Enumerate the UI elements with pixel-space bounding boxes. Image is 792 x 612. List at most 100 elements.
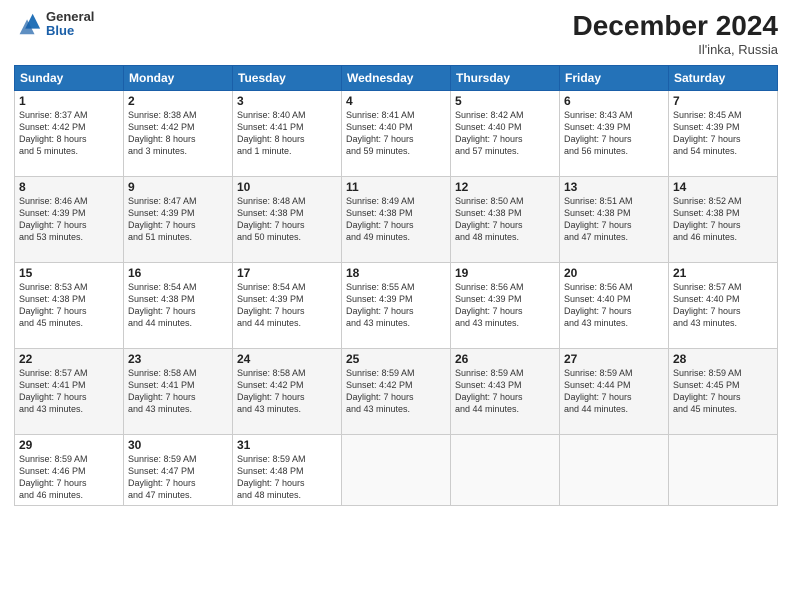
day-number: 6 (564, 94, 664, 108)
calendar-empty-cell (669, 435, 778, 506)
calendar-day-cell: 26Sunrise: 8:59 AM Sunset: 4:43 PM Dayli… (451, 349, 560, 435)
calendar-day-cell: 31Sunrise: 8:59 AM Sunset: 4:48 PM Dayli… (233, 435, 342, 506)
day-info: Sunrise: 8:49 AM Sunset: 4:38 PM Dayligh… (346, 195, 446, 244)
calendar-day-cell: 4Sunrise: 8:41 AM Sunset: 4:40 PM Daylig… (342, 91, 451, 177)
calendar-day-cell: 18Sunrise: 8:55 AM Sunset: 4:39 PM Dayli… (342, 263, 451, 349)
calendar-day-cell: 14Sunrise: 8:52 AM Sunset: 4:38 PM Dayli… (669, 177, 778, 263)
day-info: Sunrise: 8:54 AM Sunset: 4:39 PM Dayligh… (237, 281, 337, 330)
day-header-tuesday: Tuesday (233, 66, 342, 91)
day-number: 25 (346, 352, 446, 366)
logo-icon (14, 10, 42, 38)
calendar-day-cell: 8Sunrise: 8:46 AM Sunset: 4:39 PM Daylig… (15, 177, 124, 263)
day-info: Sunrise: 8:59 AM Sunset: 4:44 PM Dayligh… (564, 367, 664, 416)
day-info: Sunrise: 8:40 AM Sunset: 4:41 PM Dayligh… (237, 109, 337, 158)
day-number: 1 (19, 94, 119, 108)
calendar-day-cell: 17Sunrise: 8:54 AM Sunset: 4:39 PM Dayli… (233, 263, 342, 349)
calendar-day-cell: 5Sunrise: 8:42 AM Sunset: 4:40 PM Daylig… (451, 91, 560, 177)
calendar-day-cell: 1Sunrise: 8:37 AM Sunset: 4:42 PM Daylig… (15, 91, 124, 177)
day-info: Sunrise: 8:41 AM Sunset: 4:40 PM Dayligh… (346, 109, 446, 158)
day-info: Sunrise: 8:53 AM Sunset: 4:38 PM Dayligh… (19, 281, 119, 330)
day-info: Sunrise: 8:47 AM Sunset: 4:39 PM Dayligh… (128, 195, 228, 244)
calendar-day-cell: 27Sunrise: 8:59 AM Sunset: 4:44 PM Dayli… (560, 349, 669, 435)
day-number: 15 (19, 266, 119, 280)
day-number: 19 (455, 266, 555, 280)
calendar-week-row: 29Sunrise: 8:59 AM Sunset: 4:46 PM Dayli… (15, 435, 778, 506)
day-info: Sunrise: 8:56 AM Sunset: 4:40 PM Dayligh… (564, 281, 664, 330)
day-info: Sunrise: 8:58 AM Sunset: 4:41 PM Dayligh… (128, 367, 228, 416)
day-header-friday: Friday (560, 66, 669, 91)
calendar-week-row: 8Sunrise: 8:46 AM Sunset: 4:39 PM Daylig… (15, 177, 778, 263)
day-number: 29 (19, 438, 119, 452)
day-info: Sunrise: 8:48 AM Sunset: 4:38 PM Dayligh… (237, 195, 337, 244)
day-header-thursday: Thursday (451, 66, 560, 91)
day-number: 22 (19, 352, 119, 366)
calendar-empty-cell (342, 435, 451, 506)
logo-text: General Blue (46, 10, 94, 39)
calendar-day-cell: 2Sunrise: 8:38 AM Sunset: 4:42 PM Daylig… (124, 91, 233, 177)
calendar-header-row: SundayMondayTuesdayWednesdayThursdayFrid… (15, 66, 778, 91)
title-month: December 2024 (573, 10, 778, 42)
day-info: Sunrise: 8:59 AM Sunset: 4:42 PM Dayligh… (346, 367, 446, 416)
day-info: Sunrise: 8:43 AM Sunset: 4:39 PM Dayligh… (564, 109, 664, 158)
day-header-saturday: Saturday (669, 66, 778, 91)
calendar-week-row: 22Sunrise: 8:57 AM Sunset: 4:41 PM Dayli… (15, 349, 778, 435)
day-info: Sunrise: 8:59 AM Sunset: 4:46 PM Dayligh… (19, 453, 119, 502)
calendar-day-cell: 21Sunrise: 8:57 AM Sunset: 4:40 PM Dayli… (669, 263, 778, 349)
calendar-day-cell: 15Sunrise: 8:53 AM Sunset: 4:38 PM Dayli… (15, 263, 124, 349)
calendar-day-cell: 9Sunrise: 8:47 AM Sunset: 4:39 PM Daylig… (124, 177, 233, 263)
logo: General Blue (14, 10, 94, 39)
logo-general: General (46, 10, 94, 24)
day-header-wednesday: Wednesday (342, 66, 451, 91)
day-number: 2 (128, 94, 228, 108)
calendar-day-cell: 6Sunrise: 8:43 AM Sunset: 4:39 PM Daylig… (560, 91, 669, 177)
day-number: 27 (564, 352, 664, 366)
day-info: Sunrise: 8:52 AM Sunset: 4:38 PM Dayligh… (673, 195, 773, 244)
day-number: 10 (237, 180, 337, 194)
calendar-day-cell: 28Sunrise: 8:59 AM Sunset: 4:45 PM Dayli… (669, 349, 778, 435)
day-header-sunday: Sunday (15, 66, 124, 91)
calendar-week-row: 15Sunrise: 8:53 AM Sunset: 4:38 PM Dayli… (15, 263, 778, 349)
day-info: Sunrise: 8:59 AM Sunset: 4:48 PM Dayligh… (237, 453, 337, 502)
day-info: Sunrise: 8:42 AM Sunset: 4:40 PM Dayligh… (455, 109, 555, 158)
day-info: Sunrise: 8:51 AM Sunset: 4:38 PM Dayligh… (564, 195, 664, 244)
calendar-day-cell: 29Sunrise: 8:59 AM Sunset: 4:46 PM Dayli… (15, 435, 124, 506)
calendar-day-cell: 7Sunrise: 8:45 AM Sunset: 4:39 PM Daylig… (669, 91, 778, 177)
calendar-week-row: 1Sunrise: 8:37 AM Sunset: 4:42 PM Daylig… (15, 91, 778, 177)
day-info: Sunrise: 8:46 AM Sunset: 4:39 PM Dayligh… (19, 195, 119, 244)
calendar-day-cell: 25Sunrise: 8:59 AM Sunset: 4:42 PM Dayli… (342, 349, 451, 435)
day-info: Sunrise: 8:56 AM Sunset: 4:39 PM Dayligh… (455, 281, 555, 330)
calendar-table: SundayMondayTuesdayWednesdayThursdayFrid… (14, 65, 778, 506)
calendar-day-cell: 10Sunrise: 8:48 AM Sunset: 4:38 PM Dayli… (233, 177, 342, 263)
day-number: 20 (564, 266, 664, 280)
day-info: Sunrise: 8:59 AM Sunset: 4:45 PM Dayligh… (673, 367, 773, 416)
day-info: Sunrise: 8:57 AM Sunset: 4:40 PM Dayligh… (673, 281, 773, 330)
day-number: 11 (346, 180, 446, 194)
calendar-day-cell: 13Sunrise: 8:51 AM Sunset: 4:38 PM Dayli… (560, 177, 669, 263)
day-number: 17 (237, 266, 337, 280)
day-info: Sunrise: 8:57 AM Sunset: 4:41 PM Dayligh… (19, 367, 119, 416)
day-info: Sunrise: 8:59 AM Sunset: 4:47 PM Dayligh… (128, 453, 228, 502)
header: General Blue December 2024 Il'inka, Russ… (14, 10, 778, 57)
day-number: 8 (19, 180, 119, 194)
day-number: 30 (128, 438, 228, 452)
calendar-empty-cell (560, 435, 669, 506)
calendar-day-cell: 3Sunrise: 8:40 AM Sunset: 4:41 PM Daylig… (233, 91, 342, 177)
logo-blue: Blue (46, 24, 94, 38)
title-location: Il'inka, Russia (573, 42, 778, 57)
day-number: 21 (673, 266, 773, 280)
day-number: 9 (128, 180, 228, 194)
day-number: 4 (346, 94, 446, 108)
day-info: Sunrise: 8:38 AM Sunset: 4:42 PM Dayligh… (128, 109, 228, 158)
day-number: 16 (128, 266, 228, 280)
day-number: 13 (564, 180, 664, 194)
calendar-day-cell: 20Sunrise: 8:56 AM Sunset: 4:40 PM Dayli… (560, 263, 669, 349)
day-header-monday: Monday (124, 66, 233, 91)
day-number: 24 (237, 352, 337, 366)
calendar-day-cell: 19Sunrise: 8:56 AM Sunset: 4:39 PM Dayli… (451, 263, 560, 349)
calendar-day-cell: 11Sunrise: 8:49 AM Sunset: 4:38 PM Dayli… (342, 177, 451, 263)
day-number: 26 (455, 352, 555, 366)
day-number: 7 (673, 94, 773, 108)
day-info: Sunrise: 8:59 AM Sunset: 4:43 PM Dayligh… (455, 367, 555, 416)
day-number: 14 (673, 180, 773, 194)
day-info: Sunrise: 8:58 AM Sunset: 4:42 PM Dayligh… (237, 367, 337, 416)
